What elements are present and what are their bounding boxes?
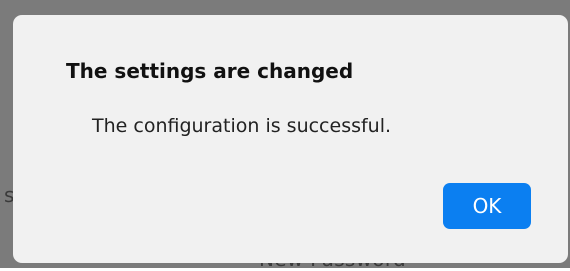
- ok-button[interactable]: OK: [443, 183, 531, 229]
- dialog-message: The configuration is successful.: [92, 115, 392, 137]
- dialog-title: The settings are changed: [66, 59, 354, 83]
- confirmation-dialog: The settings are changed The configurati…: [13, 15, 568, 263]
